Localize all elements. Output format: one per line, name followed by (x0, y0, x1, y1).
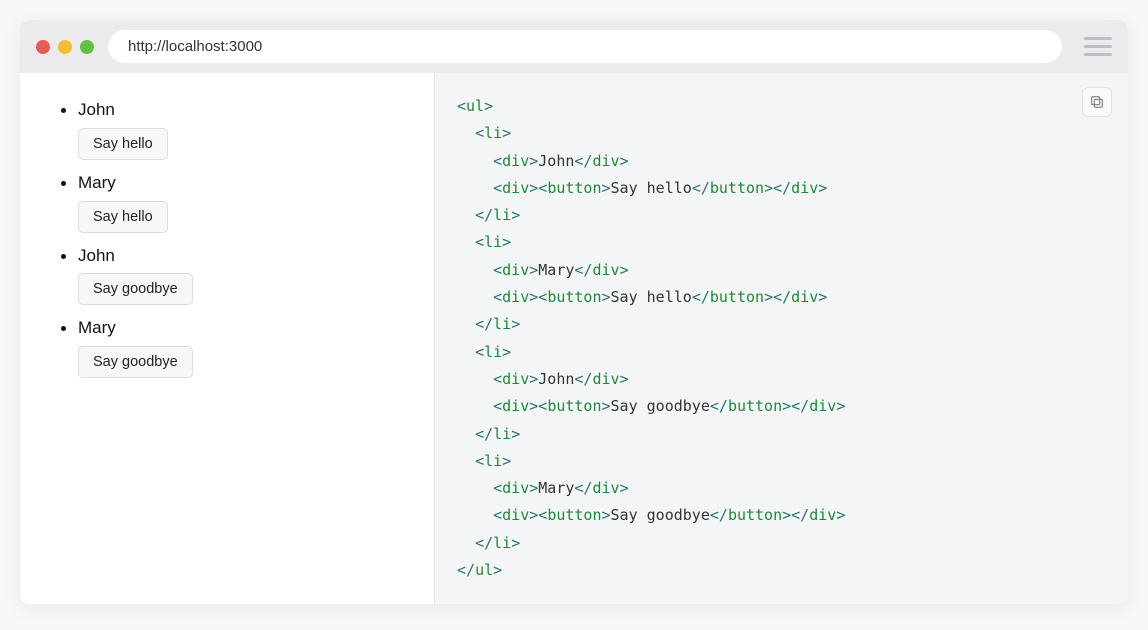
list-item: Mary Say hello (78, 170, 416, 233)
say-button[interactable]: Say goodbye (78, 273, 193, 305)
list-item: Mary Say goodbye (78, 315, 416, 378)
list-item: John Say goodbye (78, 243, 416, 306)
list-item-name: John (78, 98, 416, 122)
list-item-name: Mary (78, 171, 416, 195)
zoom-icon[interactable] (80, 40, 94, 54)
copy-icon (1089, 94, 1105, 110)
say-button[interactable]: Say hello (78, 128, 168, 160)
list-item-name: Mary (78, 316, 416, 340)
url-bar[interactable]: http://localhost:3000 (108, 30, 1062, 63)
code-block: <ul> <li> <div>John</div> <div><button>S… (457, 93, 1106, 584)
browser-window: http://localhost:3000 John Say hello Mar… (20, 20, 1128, 604)
list-item: John Say hello (78, 97, 416, 160)
say-button[interactable]: Say hello (78, 201, 168, 233)
minimize-icon[interactable] (58, 40, 72, 54)
copy-button[interactable] (1082, 87, 1112, 117)
menu-icon[interactable] (1084, 37, 1112, 56)
titlebar: http://localhost:3000 (20, 20, 1128, 73)
close-icon[interactable] (36, 40, 50, 54)
preview-pane: John Say hello Mary Say hello John Say g… (20, 73, 435, 604)
window-controls (36, 40, 94, 54)
preview-list: John Say hello Mary Say hello John Say g… (38, 97, 416, 378)
say-button[interactable]: Say goodbye (78, 346, 193, 378)
list-item-name: John (78, 244, 416, 268)
content-split: John Say hello Mary Say hello John Say g… (20, 73, 1128, 604)
code-pane: <ul> <li> <div>John</div> <div><button>S… (435, 73, 1128, 604)
